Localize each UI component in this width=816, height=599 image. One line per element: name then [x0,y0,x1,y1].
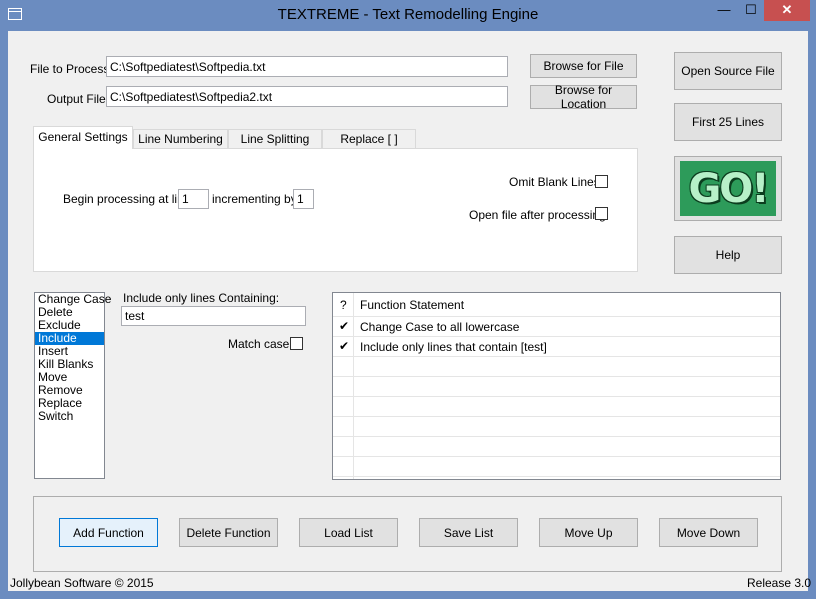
minimize-button[interactable]: — [710,0,738,21]
first-25-lines-button[interactable]: First 25 Lines [674,103,782,141]
go-button[interactable]: GO! [674,156,782,221]
close-button[interactable]: ✕ [764,0,810,21]
file-to-process-label: File to Process [30,62,110,76]
general-settings-panel: Begin processing at line 1 incrementing … [33,148,638,272]
omit-blank-lines-checkbox[interactable] [595,175,608,188]
table-row-empty [333,397,780,417]
row-statement: Change Case to all lowercase [360,320,520,334]
go-logo: GO! [680,161,776,216]
table-row[interactable]: ✔ Include only lines that contain [test] [333,337,780,357]
table-row-empty [333,377,780,397]
grid-header: ? Function Statement [333,293,780,317]
output-file-label: Output File [47,92,106,106]
release-footer: Release 3.0 [747,576,812,590]
tab-line-splitting[interactable]: Line Splitting [228,129,322,149]
match-case-label: Match case [228,337,290,351]
begin-processing-label: Begin processing at line [63,192,191,206]
open-after-processing-label: Open file after processing [469,208,606,222]
row-checkbox[interactable]: ✔ [338,320,350,332]
table-row-empty [333,457,780,477]
include-lines-label: Include only lines Containing: [123,291,280,305]
begin-line-input[interactable]: 1 [178,189,209,209]
app-window: TEXTREME - Text Remodelling Engine — ☐ ✕… [0,0,816,599]
incrementing-by-label: incrementing by [212,192,297,206]
tab-replace[interactable]: Replace [ ] [322,129,416,149]
maximize-button[interactable]: ☐ [738,0,764,21]
move-up-button[interactable]: Move Up [539,518,638,547]
table-row-empty [333,417,780,437]
function-statement-grid[interactable]: ? Function Statement ✔ Change Case to al… [332,292,781,480]
save-list-button[interactable]: Save List [419,518,518,547]
load-list-button[interactable]: Load List [299,518,398,547]
table-row-empty [333,437,780,457]
row-statement: Include only lines that contain [test] [360,340,547,354]
client-area: File to Process C:\Softpediatest\Softped… [8,31,812,591]
tab-line-numbering[interactable]: Line Numbering [133,129,228,149]
delete-function-button[interactable]: Delete Function [179,518,278,547]
add-function-button[interactable]: Add Function [59,518,158,547]
open-source-file-button[interactable]: Open Source File [674,52,782,90]
match-case-checkbox[interactable] [290,337,303,350]
file-to-process-input[interactable]: C:\Softpediatest\Softpedia.txt [106,56,508,77]
grid-header-check: ? [340,298,347,312]
omit-blank-lines-label: Omit Blank Lines [509,175,600,189]
function-actions-group: Add Function Delete Function Load List S… [33,496,782,572]
company-footer: Jollybean Software © 2015 [10,576,154,590]
browse-location-button[interactable]: Browse for Location [530,83,637,111]
list-item[interactable]: Switch [35,410,104,423]
window-title: TEXTREME - Text Remodelling Engine [277,6,539,23]
function-list[interactable]: Change Case Delete Exclude Include Inser… [34,292,111,479]
grid-header-statement: Function Statement [360,298,465,312]
move-down-button[interactable]: Move Down [659,518,758,547]
output-file-input[interactable]: C:\Softpediatest\Softpedia2.txt [106,86,508,107]
go-label: GO! [688,165,769,212]
row-checkbox[interactable]: ✔ [338,340,350,352]
help-button[interactable]: Help [674,236,782,274]
title-bar[interactable]: TEXTREME - Text Remodelling Engine — ☐ ✕ [0,0,816,31]
include-text-input[interactable]: test [121,306,306,326]
table-row[interactable]: ✔ Change Case to all lowercase [333,317,780,337]
open-after-processing-checkbox[interactable] [595,207,608,220]
table-row-empty [333,357,780,377]
tab-general-settings[interactable]: General Settings [33,126,133,149]
increment-input[interactable]: 1 [293,189,314,209]
browse-file-button[interactable]: Browse for File [530,54,637,78]
